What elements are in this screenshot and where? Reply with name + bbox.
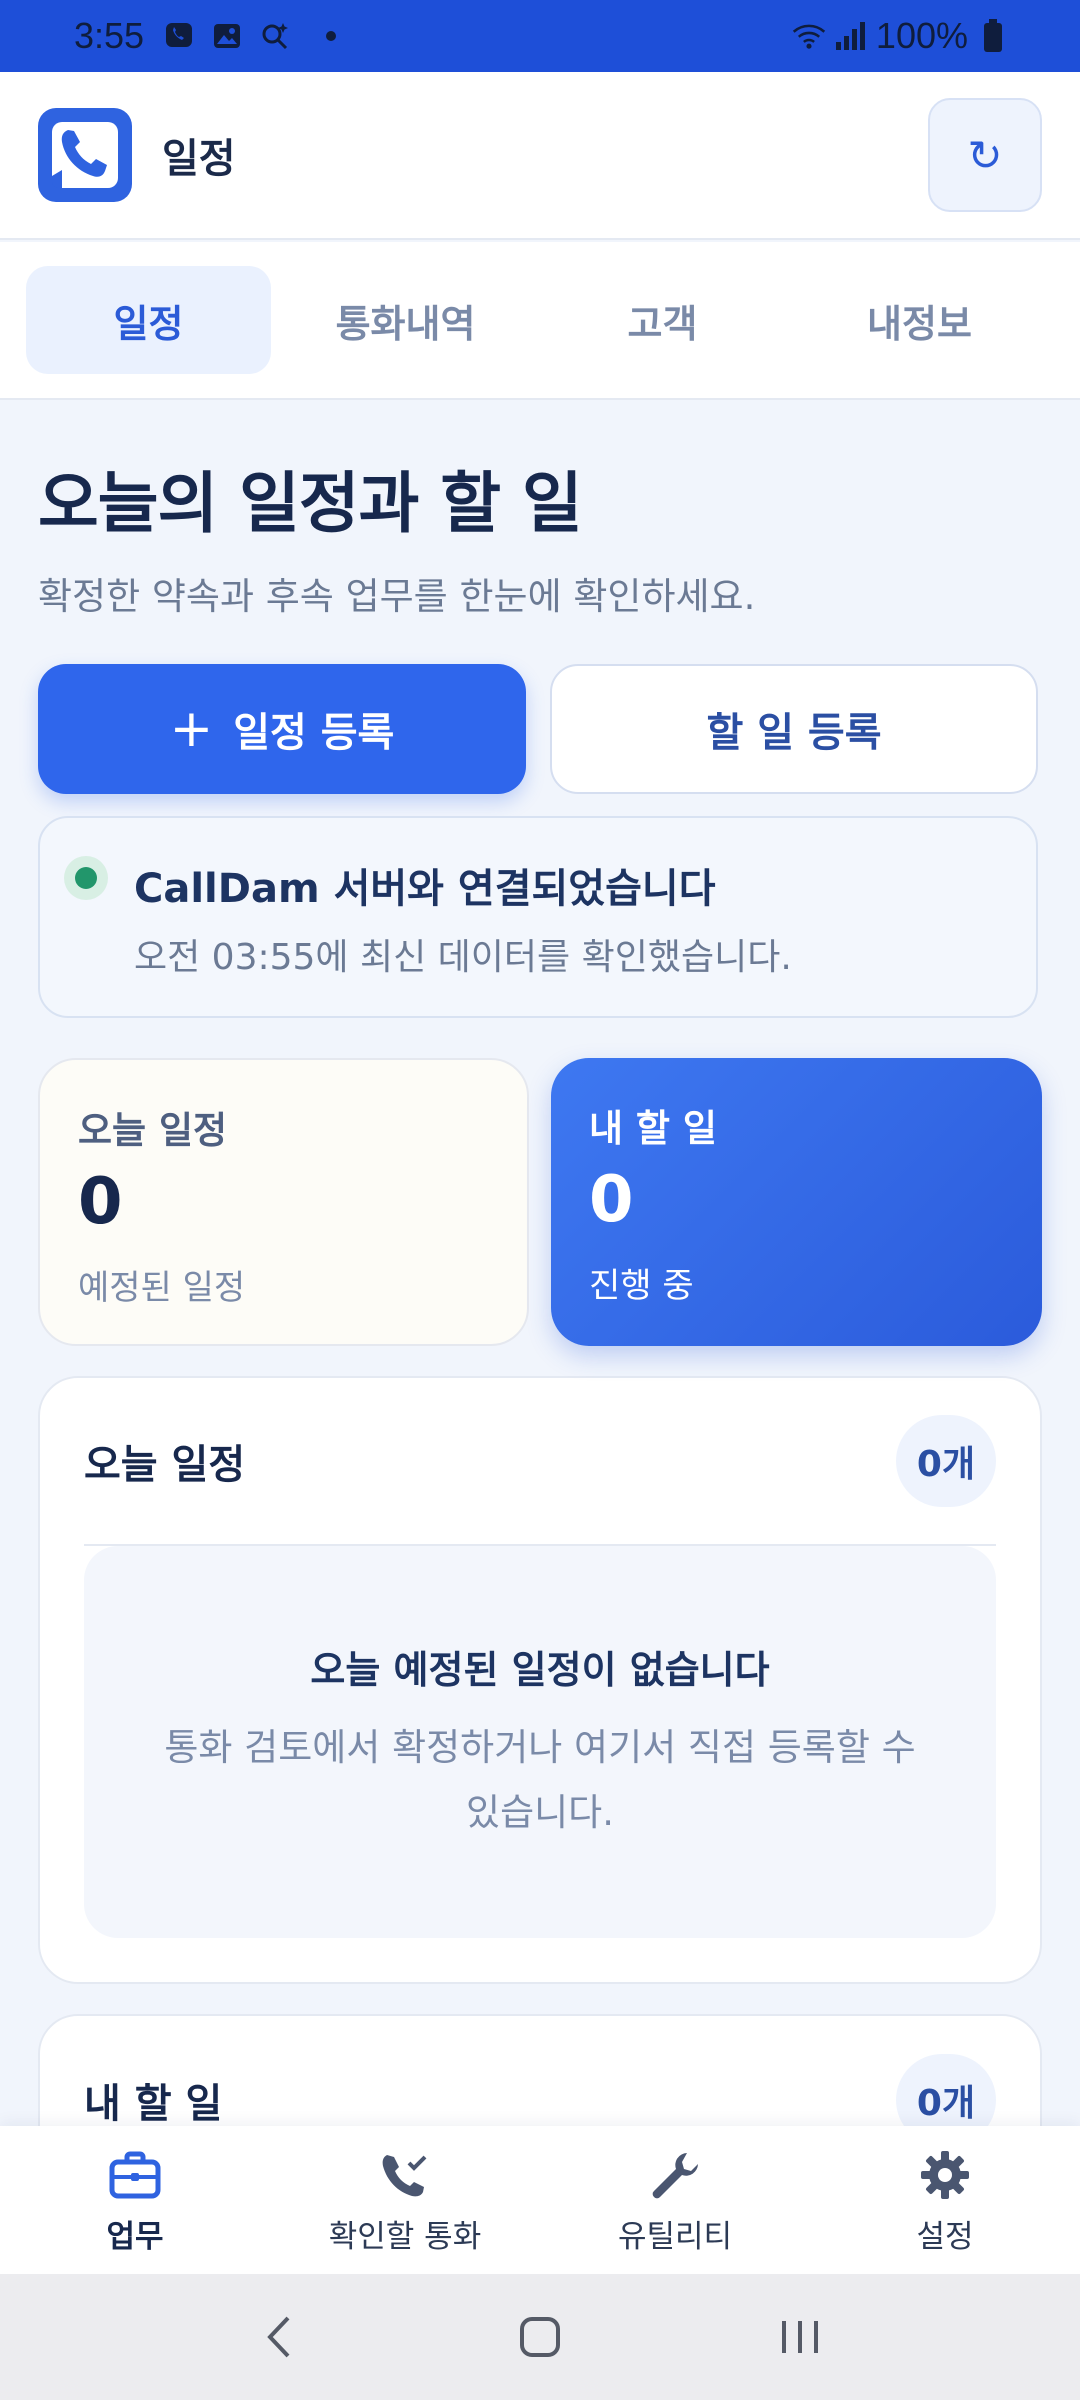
section-header: 오늘 일정 0개 (84, 1378, 996, 1546)
system-nav-bar (0, 2274, 1080, 2400)
phone-check-icon (375, 2145, 435, 2205)
gallery-icon (210, 19, 244, 53)
battery-icon (976, 19, 1010, 53)
status-time: 3:55 (74, 15, 145, 56)
bottom-nav: 업무 확인할 통화 유틸리티 설정 (0, 2126, 1080, 2274)
count-badge: 0개 (896, 2054, 996, 2126)
signal-icon (834, 19, 868, 53)
back-icon (267, 2316, 290, 2358)
tab-my-info[interactable]: 내정보 (797, 266, 1042, 374)
gear-icon (915, 2145, 975, 2205)
home-icon (520, 2317, 560, 2357)
section-title: 오늘 일정 (84, 1442, 246, 1488)
nav-label: 확인할 통화 (328, 2218, 482, 2255)
add-schedule-button[interactable]: + 일정 등록 (38, 664, 526, 794)
section-header: 내 할 일 0개 (84, 2016, 996, 2126)
tab-call-history[interactable]: 통화내역 (283, 266, 528, 374)
nav-item-utility[interactable]: 유틸리티 (540, 2126, 810, 2274)
status-bar: 3:55 100% (0, 0, 1080, 72)
wifi-icon (792, 19, 826, 53)
nav-item-calls-to-review[interactable]: 확인할 통화 (270, 2126, 540, 2274)
wrench-icon (645, 2145, 705, 2205)
add-todo-label: 할 일 등록 (706, 710, 882, 756)
home-button[interactable] (500, 2297, 580, 2377)
battery-percentage: 100% (875, 15, 968, 56)
stats-row: 오늘 일정 0 예정된 일정 내 할 일 0 진행 중 (38, 1058, 1042, 1346)
tab-customers[interactable]: 고객 (540, 266, 785, 374)
add-todo-button[interactable]: 할 일 등록 (550, 664, 1038, 794)
add-schedule-label: 일정 등록 (233, 710, 395, 756)
recents-icon (782, 2321, 818, 2353)
connected-status-icon (64, 856, 108, 900)
section-title: 내 할 일 (84, 2081, 223, 2126)
today-schedule-section: 오늘 일정 0개 오늘 예정된 일정이 없습니다 통화 검토에서 확정하거나 여… (38, 1376, 1042, 1984)
empty-subtitle: 통화 검토에서 확정하거나 여기서 직접 등록할 수 있습니다. (164, 1725, 916, 1834)
my-todo-stat[interactable]: 내 할 일 0 진행 중 (551, 1058, 1042, 1346)
stat-note: 예정된 일정 (78, 1268, 246, 1308)
nav-item-work[interactable]: 업무 (0, 2126, 270, 2274)
my-todo-section: 내 할 일 0개 (38, 2014, 1042, 2126)
nav-label: 유틸리티 (617, 2218, 733, 2255)
stat-label: 오늘 일정 (78, 1109, 228, 1152)
empty-title: 오늘 예정된 일정이 없습니다 (310, 1647, 770, 1692)
stat-label: 내 할 일 (589, 1107, 717, 1150)
stat-note: 진행 중 (589, 1266, 694, 1306)
empty-state: 오늘 예정된 일정이 없습니다 통화 검토에서 확정하거나 여기서 직접 등록할… (84, 1546, 996, 1938)
app-header: 일정 ↻ (0, 72, 1080, 240)
tab-bar: 일정 통화내역 고객 내정보 (0, 242, 1080, 400)
page-subtitle: 확정한 약속과 후속 업무를 한눈에 확인하세요. (38, 575, 756, 618)
page-title: 오늘의 일정과 할 일 (38, 465, 583, 542)
recents-button[interactable] (760, 2297, 840, 2377)
nav-item-settings[interactable]: 설정 (810, 2126, 1080, 2274)
phone-chat-icon (162, 19, 196, 53)
connection-subtitle: 오전 03:55에 최신 데이터를 확인했습니다. (134, 937, 792, 978)
connection-title: CallDam 서버와 연결되었습니다 (134, 866, 716, 912)
today-schedule-stat[interactable]: 오늘 일정 0 예정된 일정 (38, 1058, 529, 1346)
stat-value: 0 (78, 1165, 123, 1239)
plus-icon: + (169, 699, 214, 759)
refresh-button[interactable]: ↻ (928, 98, 1042, 212)
briefcase-icon (105, 2145, 165, 2205)
back-button[interactable] (240, 2297, 320, 2377)
action-row: + 일정 등록 할 일 등록 (38, 664, 1042, 794)
main-content[interactable]: 오늘의 일정과 할 일 확정한 약속과 후속 업무를 한눈에 확인하세요. + … (0, 402, 1080, 2126)
stat-value: 0 (589, 1163, 634, 1237)
notification-dot-icon (326, 31, 337, 41)
refresh-icon: ↻ (967, 130, 1003, 180)
connection-status-card: CallDam 서버와 연결되었습니다 오전 03:55에 최신 데이터를 확인… (38, 816, 1038, 1018)
nav-label: 업무 (106, 2218, 164, 2255)
search-sparkle-icon (258, 19, 292, 53)
app-title: 일정 (162, 136, 236, 182)
tab-schedule[interactable]: 일정 (26, 266, 271, 374)
nav-label: 설정 (916, 2218, 974, 2255)
count-badge: 0개 (896, 1415, 996, 1507)
app-logo-icon (38, 108, 132, 202)
